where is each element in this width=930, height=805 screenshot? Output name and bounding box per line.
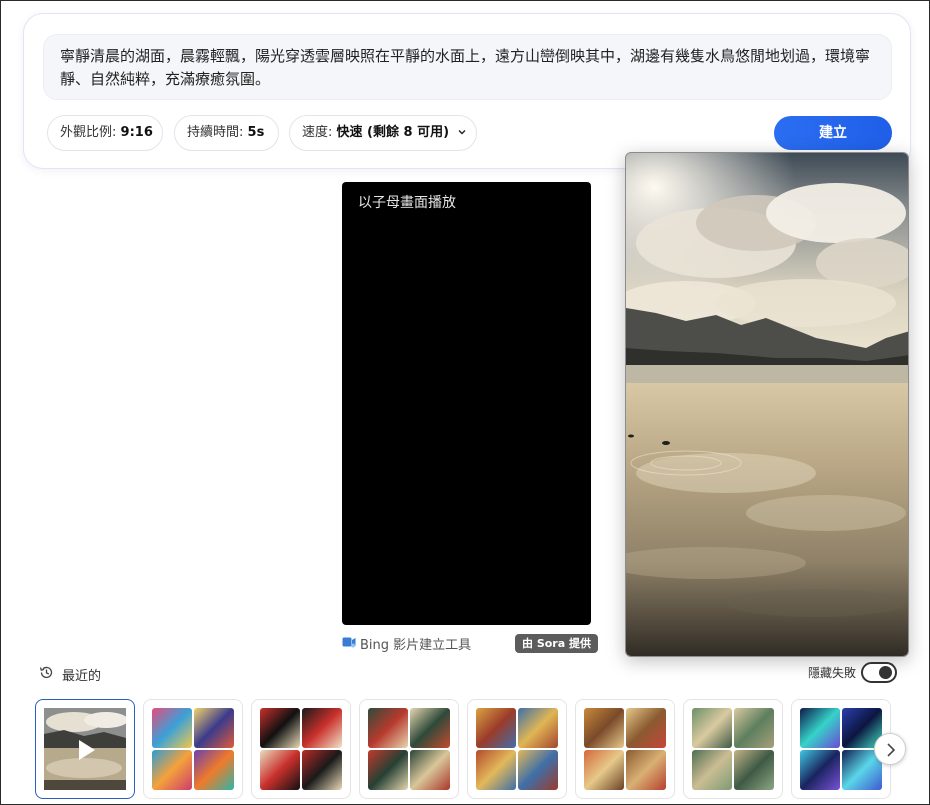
thumbnail-grid: [800, 708, 882, 790]
duration-label: 持續時間:: [187, 125, 244, 140]
video-icon: [342, 636, 356, 652]
thumbnail-item[interactable]: [575, 699, 675, 799]
create-button[interactable]: 建立: [774, 116, 892, 150]
sora-badge: 由 Sora 提供: [515, 634, 598, 653]
chevron-down-icon: [457, 117, 467, 135]
speed-label: 速度:: [302, 125, 333, 140]
pip-button[interactable]: 以子母畫面播放: [358, 192, 456, 212]
thumbnail-item[interactable]: [359, 699, 459, 799]
pip-preview-window[interactable]: [625, 152, 909, 657]
video-player[interactable]: 以子母畫面播放: [342, 182, 591, 625]
thumbnail-item[interactable]: [251, 699, 351, 799]
play-icon: [74, 738, 98, 766]
aspect-ratio-value: 9:16: [120, 125, 153, 140]
aspect-ratio-label: 外觀比例:: [60, 125, 117, 140]
lake-scene-image: [626, 153, 908, 656]
hide-failed-toggle[interactable]: [861, 662, 897, 683]
recent-thumbnails: [35, 699, 930, 799]
thumbnail-grid: [584, 708, 666, 790]
thumbnail-item[interactable]: [143, 699, 243, 799]
aspect-ratio-chip[interactable]: 外觀比例: 9:16: [47, 115, 163, 151]
speed-value: 快速 (剩餘 8 可用): [336, 125, 450, 140]
duration-chip[interactable]: 持續時間: 5s: [174, 115, 279, 151]
thumbnail-grid: [260, 708, 342, 790]
prompt-card: 寧靜清晨的湖面，晨霧輕飄，陽光穿透雲層映照在平靜的水面上，遠方山巒倒映其中，湖邊…: [23, 13, 911, 169]
thumbnail-item[interactable]: [35, 699, 135, 799]
thumbnail-grid: [152, 708, 234, 790]
hide-failed-label: 隱藏失敗: [808, 666, 857, 680]
duration-value: 5s: [247, 125, 265, 140]
thumbnail-grid: [692, 708, 774, 790]
chevron-right-icon: [884, 742, 898, 762]
history-icon: [39, 665, 54, 684]
thumbnail-item[interactable]: [467, 699, 567, 799]
recent-label: 最近的: [62, 669, 102, 684]
speed-chip[interactable]: 速度: 快速 (剩餘 8 可用): [289, 115, 477, 151]
thumbnail-grid: [368, 708, 450, 790]
bing-video-creator-label: Bing 影片建立工具: [360, 638, 472, 653]
recent-header: 最近的: [39, 665, 101, 684]
thumbnail-item[interactable]: [683, 699, 783, 799]
toggle-knob: [879, 666, 892, 679]
thumbnail-grid: [476, 708, 558, 790]
prompt-input[interactable]: 寧靜清晨的湖面，晨霧輕飄，陽光穿透雲層映照在平靜的水面上，遠方山巒倒映其中，湖邊…: [43, 34, 892, 100]
bing-video-creator-link[interactable]: Bing 影片建立工具: [342, 634, 471, 653]
next-thumbnails-button[interactable]: [874, 733, 906, 765]
